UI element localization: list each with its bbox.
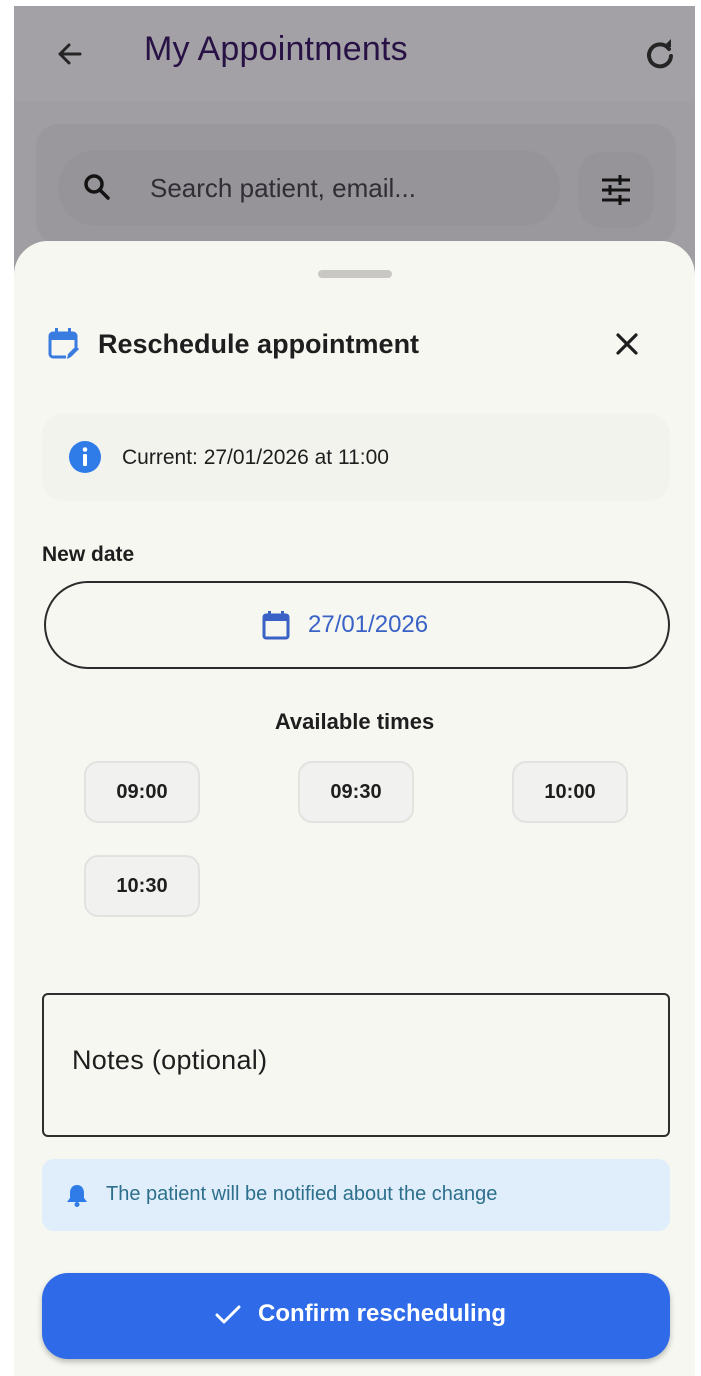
bell-icon	[67, 1185, 87, 1207]
notification-text: The patient will be notified about the c…	[106, 1183, 498, 1205]
reschedule-sheet: Reschedule appointment Current: 27/01/20…	[14, 241, 695, 1376]
notification-banner: The patient will be notified about the c…	[42, 1159, 670, 1231]
selected-date: 27/01/2026	[308, 611, 429, 638]
sheet-title: Reschedule appointment	[98, 329, 420, 359]
current-appointment-info: Current: 27/01/2026 at 11:00	[42, 413, 670, 501]
available-times-label: Available times	[274, 709, 435, 734]
confirm-rescheduling-button[interactable]: Confirm rescheduling	[42, 1273, 670, 1359]
notes-placeholder: Notes (optional)	[72, 1045, 268, 1075]
info-icon	[69, 441, 101, 473]
date-picker-button[interactable]: 27/01/2026	[44, 581, 670, 669]
new-date-label: New date	[42, 543, 135, 566]
notes-field[interactable]: Notes (optional)	[42, 993, 670, 1137]
confirm-label: Confirm rescheduling	[258, 1300, 507, 1327]
time-slot[interactable]: 10:00	[512, 761, 628, 823]
drag-handle[interactable]	[318, 270, 392, 278]
current-info-text: Current: 27/01/2026 at 11:00	[122, 446, 389, 469]
calendar-icon	[262, 611, 290, 640]
check-icon	[215, 1305, 241, 1324]
close-icon[interactable]	[610, 327, 644, 361]
time-slot[interactable]: 09:00	[84, 761, 200, 823]
time-slot[interactable]: 10:30	[84, 855, 200, 917]
calendar-edit-icon	[48, 328, 80, 361]
time-slot[interactable]: 09:30	[298, 761, 414, 823]
